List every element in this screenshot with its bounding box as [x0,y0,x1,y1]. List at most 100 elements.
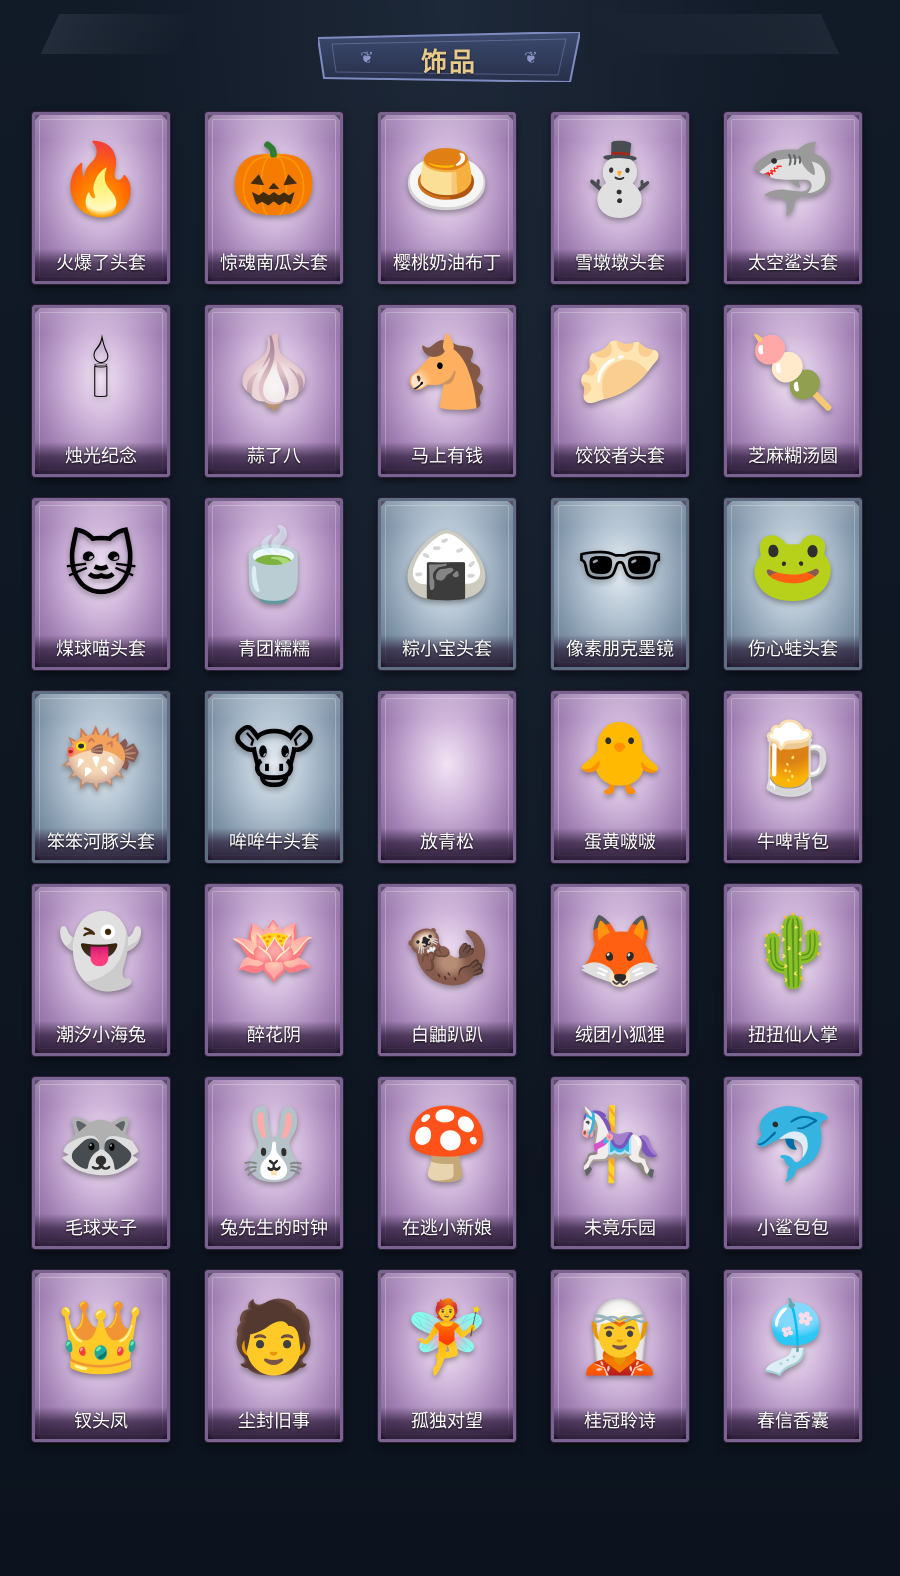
accessory-name: 醉花阴 [247,1025,301,1046]
card-corner-ornament [35,115,42,122]
accessory-card[interactable]: 🪷 醉花阴 [205,884,343,1056]
accessory-name: 白鼬趴趴 [411,1025,483,1046]
accessory-card[interactable]: 🍡 芝麻糊汤圆 [724,305,862,477]
accessory-card[interactable]: 🦝 毛球夹子 [32,1077,170,1249]
card-corner-ornament [852,115,859,122]
accessory-card[interactable]: 🍵 青团糯糯 [205,498,343,670]
accessory-name: 在逃小新娘 [402,1218,492,1239]
accessory-name: 马上有钱 [411,446,483,467]
card-corner-ornament [679,115,686,122]
accessory-card[interactable]: 🥟 饺饺者头套 [551,305,689,477]
laurel-icon: 🧝 [576,1296,664,1378]
accessory-card[interactable]: 🍄 在逃小新娘 [378,1077,516,1249]
card-corner-ornament [160,501,167,508]
card-corner-ornament [852,887,859,894]
card-corner-ornament [506,887,513,894]
accessory-name: 孤独对望 [411,1411,483,1432]
accessory-card[interactable]: 🍺 牛啤背包 [724,691,862,863]
accessory-card[interactable]: 🐮 哞哞牛头套 [205,691,343,863]
accessory-card[interactable]: 👑 钗头凤 [32,1270,170,1442]
accessory-card[interactable]: 🔥 火爆了头套 [32,112,170,284]
card-corner-ornament [381,1080,388,1087]
card-corner-ornament [679,694,686,701]
accessory-name: 兔先生的时钟 [220,1218,328,1239]
card-corner-ornament [727,694,734,701]
accessory-card[interactable]: 🐬 小鲨包包 [724,1077,862,1249]
accessory-card[interactable]: 🧝 桂冠聆诗 [551,1270,689,1442]
card-corner-ornament [506,1273,513,1280]
accessory-card[interactable]: 🧄 蒜了八 [205,305,343,477]
card-corner-ornament [208,308,215,315]
card-corner-ornament [852,1080,859,1087]
accessory-card[interactable]: 🎃 惊魂南瓜头套 [205,112,343,284]
accessory-card[interactable]: 👻 潮汐小海兔 [32,884,170,1056]
accessory-name: 伤心蛙头套 [748,639,838,660]
card-corner-ornament [208,1273,215,1280]
rice-ball-icon: 🍡 [749,331,837,413]
green-dumpling-icon: 🍵 [230,524,318,606]
header-decoration-left [40,14,200,54]
accessory-name: 煤球喵头套 [56,639,146,660]
accessory-name: 烛光纪念 [65,446,137,467]
card-corner-ornament [506,308,513,315]
card-corner-ornament [506,501,513,508]
accessory-card[interactable]: 🐰 兔先生的时钟 [205,1077,343,1249]
card-corner-ornament [554,308,561,315]
accessory-card[interactable]: 🐥 蛋黄啵啵 [551,691,689,863]
accessory-card[interactable]: 🧚 孤独对望 [378,1270,516,1442]
accessory-name: 蛋黄啵啵 [584,832,656,853]
card-corner-ornament [381,1273,388,1280]
card-corner-ornament [160,1080,167,1087]
card-corner-ornament [333,1080,340,1087]
accessory-card[interactable]: 🎠 未竟乐园 [551,1077,689,1249]
card-corner-ornament [679,501,686,508]
accessory-card[interactable]: 放青松 [378,691,516,863]
accessory-card[interactable]: 🦦 白鼬趴趴 [378,884,516,1056]
accessory-name: 尘封旧事 [238,1411,310,1432]
card-corner-ornament [679,887,686,894]
page-title: 饰品 [420,48,477,78]
pumpkin-icon: 🎃 [230,138,318,220]
accessory-card[interactable]: 🐸 伤心蛙头套 [724,498,862,670]
card-corner-ornament [852,501,859,508]
accessory-card[interactable]: 🕶 像素朋克墨镜 [551,498,689,670]
accessory-card[interactable]: 🍮 樱桃奶油布丁 [378,112,516,284]
accessory-card[interactable]: 🕯 烛光纪念 [32,305,170,477]
accessory-name: 青团糯糯 [238,639,310,660]
card-corner-ornament [554,501,561,508]
card-corner-ornament [727,308,734,315]
accessory-card[interactable]: 🎐 春信香囊 [724,1270,862,1442]
chibi-boy-icon: 🧑 [230,1296,318,1378]
card-corner-ornament [727,501,734,508]
ornament-icon: 🪷 [230,910,318,992]
shark-bag-icon: 🐬 [749,1103,837,1185]
card-corner-ornament [679,308,686,315]
accessory-name: 芝麻糊汤圆 [748,446,838,467]
accessory-name: 蒜了八 [247,446,301,467]
pudding-icon: 🍮 [403,138,491,220]
card-corner-ornament [160,308,167,315]
accessory-card[interactable]: 🍙 粽小宝头套 [378,498,516,670]
accessory-card[interactable]: 🌵 扭扭仙人掌 [724,884,862,1056]
card-corner-ornament [208,1080,215,1087]
phoenix-crown-icon: 👑 [57,1296,145,1378]
beer-mug-icon: 🍺 [749,717,837,799]
frog-icon: 🐸 [749,524,837,606]
mushroom-dress-icon: 🍄 [403,1103,491,1185]
sea-rabbit-icon: 👻 [57,910,145,992]
raccoon-icon: 🦝 [57,1103,145,1185]
accessory-card[interactable]: 🦈 太空鲨头套 [724,112,862,284]
accessory-name: 桂冠聆诗 [584,1411,656,1432]
card-corner-ornament [554,1273,561,1280]
card-corner-ornament [506,115,513,122]
title-banner: ❦ ❦ 饰品 [318,32,580,82]
card-corner-ornament [554,115,561,122]
accessory-card[interactable]: 🦊 绒团小狐狸 [551,884,689,1056]
accessory-card[interactable]: 🧑 尘封旧事 [205,1270,343,1442]
accessory-card[interactable]: 🐴 马上有钱 [378,305,516,477]
card-corner-ornament [35,887,42,894]
accessory-card[interactable]: ⛄ 雪墩墩头套 [551,112,689,284]
card-corner-ornament [160,115,167,122]
accessory-card[interactable]: 🐱 煤球喵头套 [32,498,170,670]
accessory-card[interactable]: 🐡 笨笨河豚头套 [32,691,170,863]
